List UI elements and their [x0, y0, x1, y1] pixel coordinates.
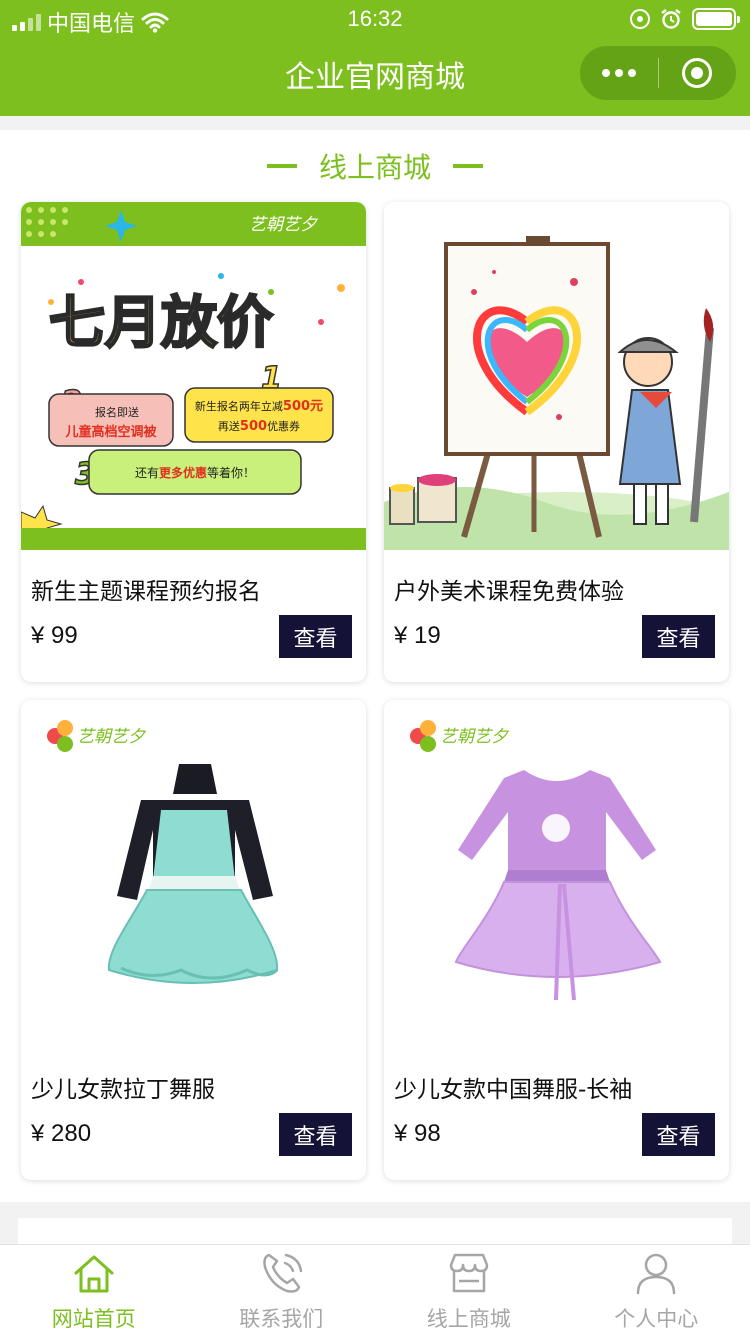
product-name: 少儿女款拉丁舞服: [31, 1077, 215, 1103]
brand-name: 艺朝艺夕: [440, 727, 509, 747]
status-right: [630, 8, 740, 30]
tab-store[interactable]: 线上商城: [375, 1245, 563, 1333]
section-header: 线上商城: [0, 146, 750, 186]
close-button[interactable]: [659, 46, 737, 100]
promo-line1b: 500元: [283, 399, 323, 414]
svg-text:还有更多优惠等着你！: 还有更多优惠等着你！: [135, 465, 255, 480]
product-price: ¥ 19: [394, 622, 441, 649]
promo-line3c: 等着你！: [207, 465, 255, 480]
view-button[interactable]: 查看: [279, 615, 352, 658]
phone-icon: [263, 1253, 303, 1293]
section-title-left-line: [266, 164, 297, 168]
mini-program-capsule: [580, 46, 736, 100]
home-icon: [74, 1255, 114, 1293]
product-price: ¥ 99: [31, 622, 78, 649]
tab-label: 网站首页: [51, 1307, 136, 1331]
tab-label: 线上商城: [426, 1307, 511, 1331]
view-button[interactable]: 查看: [642, 615, 715, 658]
shop-section: 线上商城 艺朝艺夕 七月放价 1 新生报名两年立减500元 再送500优惠券 报…: [0, 130, 750, 1202]
tab-home[interactable]: 网站首页: [0, 1245, 188, 1333]
brand-name: 艺朝艺夕: [77, 727, 146, 747]
section-title-right-line: [453, 164, 483, 168]
product-card[interactable]: 艺朝艺夕 少儿女款中国舞服-长袖 ¥ 98 查看: [384, 700, 729, 1180]
product-image-latin-dress: 艺朝艺夕: [21, 700, 366, 1048]
bottom-tab-bar: 网站首页 联系我们 线上商城 个人中心: [0, 1244, 750, 1333]
rotation-lock-icon: [630, 9, 650, 29]
tab-label: 联系我们: [239, 1307, 324, 1331]
tab-label: 个人中心: [614, 1307, 699, 1331]
product-image-art-easel: [384, 202, 729, 550]
promo-line3b: 更多优惠: [159, 465, 207, 480]
promo-line2a: 报名即送: [95, 405, 139, 419]
view-button[interactable]: 查看: [642, 1113, 715, 1156]
promo-line1e: 优惠券: [267, 419, 300, 433]
promo-line1c: 再送: [218, 419, 240, 433]
app-header: 中国电信 16:32 企业官网商城: [0, 0, 750, 116]
user-icon: [637, 1253, 676, 1295]
tab-profile[interactable]: 个人中心: [563, 1245, 750, 1333]
svg-text:新生报名两年立减500元: 新生报名两年立减500元: [195, 399, 323, 414]
promo-brand: 艺朝艺夕: [249, 215, 318, 235]
svg-text:再送500优惠券: 再送500优惠券: [218, 419, 300, 434]
product-card[interactable]: 艺朝艺夕 少儿女款拉丁舞服 ¥ 280 查看: [21, 700, 366, 1180]
more-button[interactable]: [580, 46, 658, 100]
product-price: ¥ 98: [394, 1120, 441, 1147]
promo-line1d: 500: [240, 419, 267, 434]
view-button[interactable]: 查看: [279, 1113, 352, 1156]
product-name: 新生主题课程预约报名: [31, 579, 261, 605]
product-name: 户外美术课程免费体验: [394, 579, 624, 605]
product-image-chinese-dance-dress: 艺朝艺夕: [384, 700, 729, 1048]
section-title: 线上商城: [318, 151, 431, 184]
product-card[interactable]: 户外美术课程免费体验 ¥ 19 查看: [384, 202, 729, 682]
close-target-icon: [682, 58, 713, 88]
tab-contact[interactable]: 联系我们: [188, 1245, 376, 1333]
store-icon: [449, 1253, 488, 1293]
promo-headline: 七月放价: [49, 291, 273, 356]
product-image-promo: 艺朝艺夕 七月放价 1 新生报名两年立减500元 再送500优惠券 2 报名即送…: [21, 202, 366, 550]
promo-line3a: 还有: [135, 466, 159, 480]
product-card[interactable]: 艺朝艺夕 七月放价 1 新生报名两年立减500元 再送500优惠券 2 报名即送…: [21, 202, 366, 682]
product-name: 少儿女款中国舞服-长袖: [394, 1077, 633, 1103]
product-price: ¥ 280: [31, 1120, 92, 1147]
promo-line1a: 新生报名两年立减: [195, 399, 283, 413]
alarm-icon: [661, 9, 681, 29]
status-bar: 中国电信 16:32: [0, 0, 750, 38]
promo-line2b: 儿童高档空调被: [64, 424, 157, 440]
battery-icon: [692, 8, 740, 30]
